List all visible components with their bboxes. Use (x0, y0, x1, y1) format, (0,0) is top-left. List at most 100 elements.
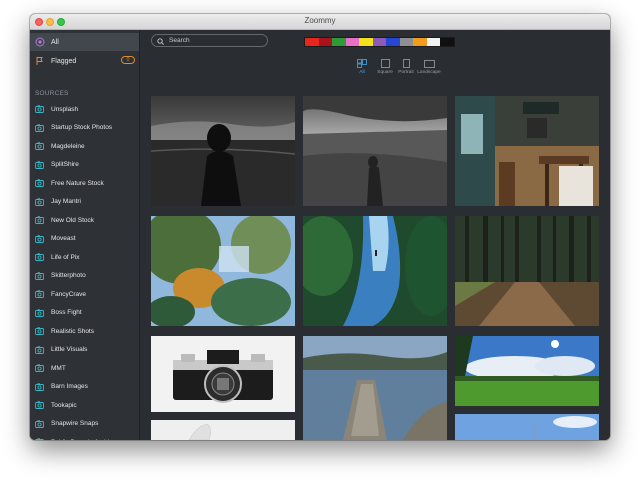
sidebar-source-label: SplitShire (51, 161, 79, 168)
portrait-icon (394, 59, 418, 68)
title-bar: Zoommy (30, 14, 610, 30)
sidebar-source-item[interactable]: SplitShire (35, 158, 79, 172)
camera-icon (35, 401, 44, 410)
color-swatch[interactable] (318, 38, 332, 46)
sidebar-source-label: Barn Images (51, 383, 88, 390)
photo-thumbnail-person-shore[interactable] (303, 96, 447, 206)
photo-thumbnail-blue-sky[interactable] (455, 414, 599, 440)
photo-image (151, 216, 295, 326)
camera-icon (35, 271, 44, 280)
sidebar-source-label: Little Visuals (51, 346, 88, 353)
view-mode-label: Portrait (398, 70, 414, 75)
sidebar-item-all[interactable]: All (30, 33, 139, 51)
photo-thumbnail-lake-pier[interactable] (303, 336, 447, 440)
sidebar-source-item[interactable]: New Old Stock (35, 213, 94, 227)
camera-icon (35, 308, 44, 317)
camera-icon (35, 364, 44, 373)
sidebar-source-label: Life of Pix (51, 253, 80, 261)
sidebar-source-label: Realistic Shots (51, 327, 94, 335)
view-mode-all[interactable]: All (350, 59, 374, 75)
sidebar-source-item[interactable]: MMT (35, 361, 66, 375)
color-swatch[interactable] (332, 38, 346, 46)
all-photos-icon (35, 37, 45, 47)
camera-icon (35, 160, 44, 169)
sidebar-source-item[interactable]: Life of Pix (35, 250, 80, 264)
sidebar-source-label: Tookapic (51, 401, 77, 409)
view-mode-landscape[interactable]: Landscape (416, 59, 442, 75)
sidebar-source-label: Skitterphoto (51, 272, 86, 279)
photo-thumbnail-olympus-camera[interactable] (151, 336, 295, 412)
sidebar-item-label: All (51, 38, 59, 46)
sidebar-item-label: Flagged (51, 57, 77, 65)
photo-thumbnail-forest-path[interactable] (455, 216, 599, 326)
sidebar-source-item[interactable]: Realistic Shots (35, 324, 94, 338)
grid-icon (350, 59, 374, 68)
photo-image (151, 420, 295, 440)
sidebar-source-item[interactable]: Skitterphoto (35, 269, 86, 283)
view-mode-selector: All Square Portrait Landscape (140, 59, 610, 79)
sidebar-source-item[interactable]: Magdeleine (35, 139, 85, 153)
photo-thumbnail-white-gloves[interactable] (151, 420, 295, 440)
search-input[interactable]: Search (151, 34, 268, 47)
camera-icon (35, 290, 44, 299)
search-icon (157, 32, 164, 50)
sidebar-source-item[interactable]: Boss Fight (35, 306, 82, 320)
photo-image (151, 336, 295, 412)
photo-thumbnail-blue-river[interactable] (303, 216, 447, 326)
photo-thumbnail-cafe-interior[interactable] (455, 96, 599, 206)
photo-image (455, 414, 599, 440)
color-swatch[interactable] (440, 38, 454, 46)
sidebar-source-label: Magdeleine (51, 142, 85, 150)
color-swatch[interactable] (305, 38, 319, 46)
sidebar-item-flagged[interactable]: Flagged 0 (30, 52, 139, 70)
camera-icon (35, 253, 44, 262)
sidebar-source-item[interactable]: FancyCrave (35, 287, 86, 301)
color-swatch[interactable] (386, 38, 400, 46)
flag-icon (35, 56, 45, 66)
sidebar-source-label: Unsplash (51, 105, 79, 113)
camera-icon (35, 142, 44, 151)
main-panel: Search All Square Portrait Landscape (140, 30, 610, 440)
sidebar-source-item[interactable]: Unsplash (35, 102, 78, 116)
color-swatch[interactable] (399, 38, 413, 46)
sidebar-source-item[interactable]: Barn Images (35, 380, 88, 394)
color-swatch[interactable] (359, 38, 373, 46)
sidebar-source-item[interactable]: Free Nature Stock (35, 176, 104, 190)
sidebar: All Flagged 0 SOURCES Unsplash Startup St… (30, 30, 140, 440)
photo-thumbnail-green-field[interactable] (455, 336, 599, 406)
search-placeholder: Search (169, 37, 190, 44)
camera-icon (35, 123, 44, 132)
sidebar-source-label: Free Nature Stock (51, 179, 104, 187)
landscape-icon (416, 59, 442, 68)
camera-icon (35, 438, 44, 440)
sidebar-source-label: Snapwire Snaps (51, 420, 99, 427)
camera-icon (35, 419, 44, 428)
sidebar-source-label: Public Domain Archive (51, 439, 116, 441)
sidebar-source-item[interactable]: Snapwire Snaps (35, 417, 98, 431)
view-mode-portrait[interactable]: Portrait (394, 59, 418, 75)
sidebar-source-label: FancyCrave (51, 290, 87, 298)
window-title: Zoommy (304, 16, 336, 25)
view-mode-label: Landscape (417, 70, 441, 75)
sidebar-source-item[interactable]: Startup Stock Photos (35, 121, 112, 135)
color-swatch[interactable] (426, 38, 440, 46)
sidebar-source-item[interactable]: Little Visuals (35, 343, 87, 357)
photo-image (455, 336, 599, 406)
camera-icon (35, 179, 44, 188)
sidebar-source-item[interactable]: Tookapic (35, 398, 77, 412)
color-swatch[interactable] (345, 38, 359, 46)
photo-image (455, 96, 599, 206)
sidebar-source-item[interactable]: Moveast (35, 232, 76, 246)
sidebar-source-item[interactable]: Jay Mantri (35, 195, 81, 209)
camera-icon (35, 234, 44, 243)
view-mode-label: All (359, 70, 365, 75)
photo-thumbnail-silhouette-sea[interactable] (151, 96, 295, 206)
camera-icon (35, 197, 44, 206)
color-swatch[interactable] (372, 38, 386, 46)
photo-thumbnail-tree-reflection[interactable] (151, 216, 295, 326)
sidebar-source-label: Moveast (51, 235, 76, 242)
app-window: Zoommy All Flagged 0 SOURCES Unsplash Sta… (30, 14, 610, 440)
sidebar-source-label: Boss Fight (51, 309, 82, 316)
color-swatch[interactable] (413, 38, 427, 46)
sidebar-source-item[interactable]: Public Domain Archive (35, 435, 116, 440)
